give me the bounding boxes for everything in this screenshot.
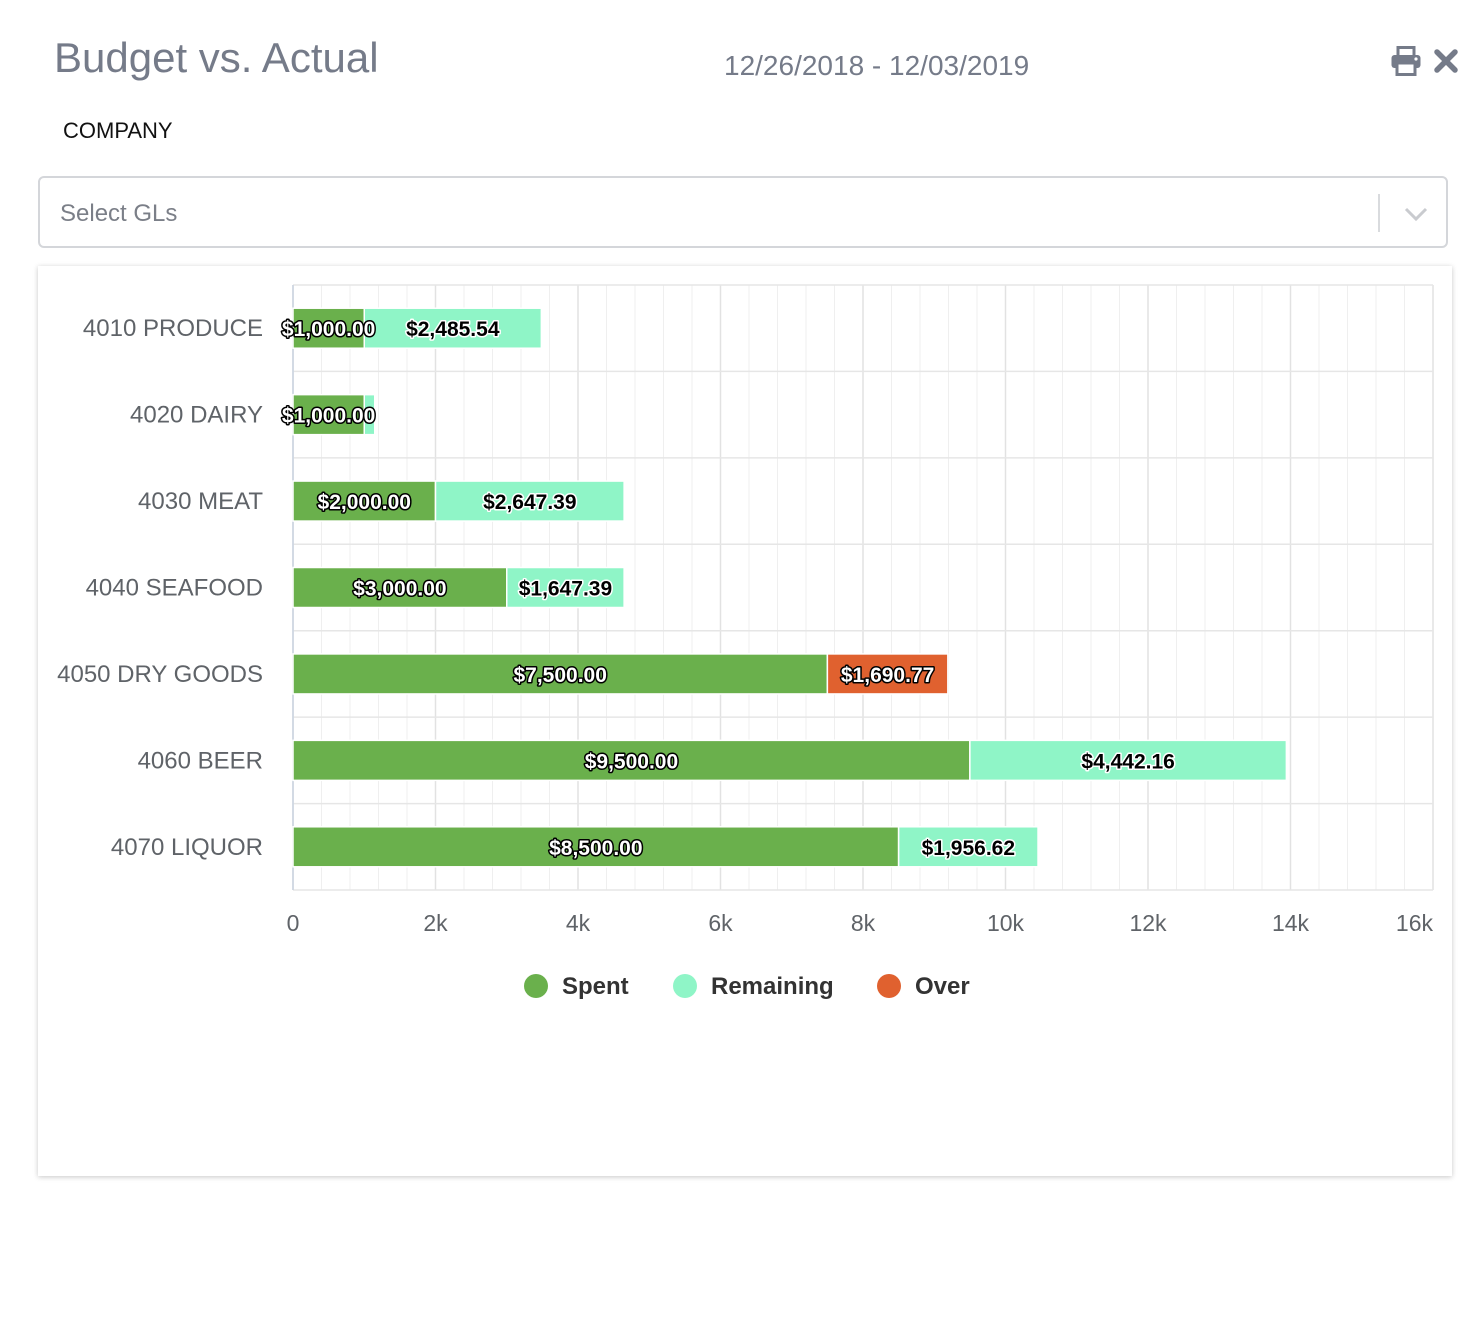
chevron-down-icon[interactable] <box>1402 202 1430 226</box>
x-tick-label: 4k <box>566 910 591 936</box>
legend-marker-remaining[interactable] <box>673 974 697 998</box>
legend-label[interactable]: Over <box>915 973 970 1000</box>
close-icon[interactable] <box>1434 48 1458 74</box>
category-label: 4050 DRY GOODS <box>57 661 263 688</box>
bar-value-label: $3,000.00 <box>353 578 446 601</box>
bar-value-label: $2,647.39 <box>483 491 576 514</box>
legend-label[interactable]: Remaining <box>711 973 834 1000</box>
print-icon[interactable] <box>1390 46 1422 76</box>
category-label: 4040 SEAFOOD <box>86 575 263 602</box>
bar-value-label: $2,000.00 <box>318 491 411 514</box>
x-tick-label: 6k <box>708 910 733 936</box>
category-label: 4070 LIQUOR <box>111 834 263 861</box>
date-range: 12/26/2018 - 12/03/2019 <box>724 50 1030 81</box>
category-label: 4020 DAIRY <box>130 402 263 429</box>
gl-select-placeholder: Select GLs <box>60 200 178 227</box>
page-title: Budget vs. Actual <box>54 34 379 81</box>
category-label: 4060 BEER <box>138 747 263 774</box>
x-tick-label: 16k <box>1396 910 1434 936</box>
x-tick-label: 14k <box>1272 910 1310 936</box>
x-tick-label: 8k <box>851 910 876 936</box>
x-tick-label: 2k <box>423 910 448 936</box>
bar-value-label: $1,956.62 <box>922 837 1015 860</box>
chart-card: 4010 PRODUCE 4020 DAIRY 4030 MEAT 4040 SEAF… <box>38 266 1452 1176</box>
bar-value-label: $4,442.16 <box>1081 750 1174 773</box>
budget-chart: 4010 PRODUCE 4020 DAIRY 4030 MEAT 4040 SEAF… <box>57 284 1434 1000</box>
legend-marker-spent[interactable] <box>524 974 548 998</box>
x-tick-label: 12k <box>1129 910 1167 936</box>
legend-label[interactable]: Spent <box>562 973 629 1000</box>
bar-value-label: $1,690.77 <box>841 664 934 687</box>
bar-value-label: $1,000.00 <box>282 318 375 341</box>
legend-marker-over[interactable] <box>877 974 901 998</box>
bar-value-label: $8,500.00 <box>549 837 642 860</box>
x-tick-label: 10k <box>987 910 1025 936</box>
bar-value-label: $7,500.00 <box>513 664 606 687</box>
gl-select-divider <box>1378 194 1380 232</box>
category-label: 4030 MEAT <box>138 488 263 515</box>
bar-value-label: $9,500.00 <box>585 750 678 773</box>
gl-select-dropdown[interactable]: Select GLs <box>38 176 1448 248</box>
bar-value-label: $2,485.54 <box>406 318 500 341</box>
company-label: COMPANY <box>63 118 173 143</box>
bar-value-label: $1,000.00 <box>282 405 375 428</box>
x-tick-label: 0 <box>287 910 300 936</box>
bar-value-label: $1,647.39 <box>519 578 612 601</box>
category-label: 4010 PRODUCE <box>83 315 263 342</box>
